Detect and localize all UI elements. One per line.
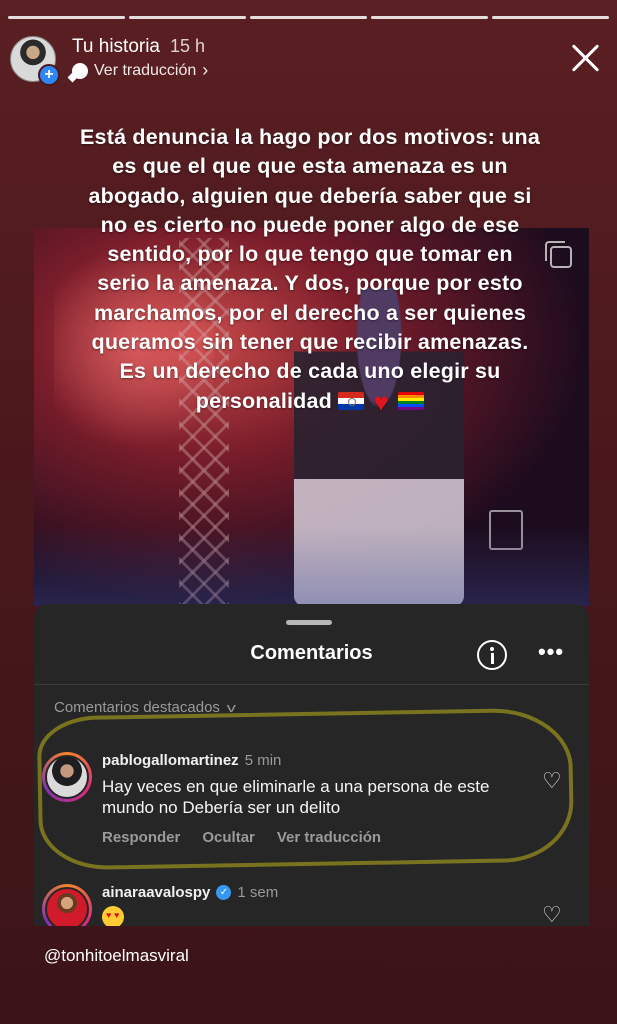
caption-line: queramos sin tener que recibir amenazas. — [91, 330, 529, 355]
story-title-row: Tu historia 15 h — [72, 36, 205, 58]
commenter-avatar[interactable] — [42, 752, 92, 802]
progress-segment — [129, 16, 246, 19]
story-caption: Está denuncia la hago por dos motivos: u… — [40, 123, 580, 416]
rainbow-flag-icon — [398, 391, 425, 410]
hide-button[interactable]: Ocultar — [202, 829, 255, 846]
story-progress-bar — [8, 16, 609, 19]
caption-line: personalidad — [195, 388, 332, 413]
close-icon[interactable] — [567, 40, 603, 76]
info-icon[interactable] — [477, 640, 507, 670]
comment-item: pablogallomartinez 5 min Hay veces en qu… — [42, 752, 572, 852]
paraguay-flag-icon — [338, 391, 365, 410]
see-translation-button[interactable]: Ver traducción — [277, 829, 381, 846]
comment-header: pablogallomartinez 5 min — [102, 752, 281, 769]
comment-text: Hay veces en que eliminarle a una person… — [102, 777, 490, 817]
reply-button[interactable]: Responder — [102, 829, 180, 846]
profile-avatar[interactable]: + — [10, 36, 60, 86]
story-header: + Tu historia 15 h Ver traducción › — [10, 36, 607, 86]
commenter-username[interactable]: ainaraavalospy — [102, 884, 210, 901]
comment-actions: Responder Ocultar Ver traducción — [102, 829, 381, 846]
divider — [34, 684, 589, 685]
caption-line: abogado, alguien que debería saber que s… — [88, 183, 532, 208]
progress-segment — [8, 16, 125, 19]
avatar-image — [45, 755, 89, 799]
caption-line: marchamos, por el derecho a ser quienes — [94, 300, 526, 325]
verified-badge-icon: ✓ — [216, 885, 232, 900]
chevron-right-icon: › — [202, 60, 209, 80]
see-translation-label: Ver traducción — [94, 61, 197, 79]
progress-segment — [492, 16, 609, 19]
caption-line: es que el que que esta amenaza es un — [112, 154, 508, 179]
caption-line: sentido, por lo que tengo que tomar en — [107, 242, 513, 267]
commenter-avatar[interactable] — [42, 884, 92, 926]
like-heart-icon[interactable]: ♡ — [542, 770, 564, 792]
add-story-icon[interactable]: + — [38, 64, 60, 86]
translate-bubble-icon — [72, 62, 88, 79]
progress-segment — [371, 16, 488, 19]
see-translation-link[interactable]: Ver traducción › — [72, 60, 208, 81]
caption-line: serio la amenaza. Y dos, porque por esto — [97, 271, 523, 296]
floor-light — [34, 526, 589, 606]
comment-time: 5 min — [244, 752, 282, 769]
comments-sheet: Comentarios ••• Comentarios destacados v… — [34, 604, 589, 926]
like-heart-icon[interactable]: ♡ — [542, 904, 564, 926]
sheet-drag-handle[interactable] — [286, 620, 332, 625]
mention-tag[interactable]: @tonhitoelmasviral — [44, 946, 189, 966]
heart-eyes-emoji-icon — [102, 906, 124, 926]
story-owner-label[interactable]: Tu historia — [72, 36, 160, 58]
avatar-image — [45, 887, 89, 926]
caption-line: Es un derecho de cada uno elegir su — [119, 359, 501, 384]
comment-item: ainaraavalospy ✓ 1 sem ♡ — [42, 884, 572, 926]
commenter-username[interactable]: pablogallomartinez — [102, 752, 239, 769]
caption-line: Está denuncia la hago por dos motivos: u… — [80, 125, 540, 149]
more-options-icon[interactable]: ••• — [536, 640, 566, 670]
red-heart-icon: ♥ — [373, 386, 390, 417]
caption-line-last: personalidad ♥ — [40, 387, 580, 416]
caption-line: no es cierto no puede poner algo de ese — [100, 212, 520, 237]
story-time: 15 h — [170, 36, 206, 56]
progress-segment — [250, 16, 367, 19]
comment-time: 1 sem — [237, 884, 279, 901]
comment-header: ainaraavalospy ✓ 1 sem — [102, 884, 278, 901]
